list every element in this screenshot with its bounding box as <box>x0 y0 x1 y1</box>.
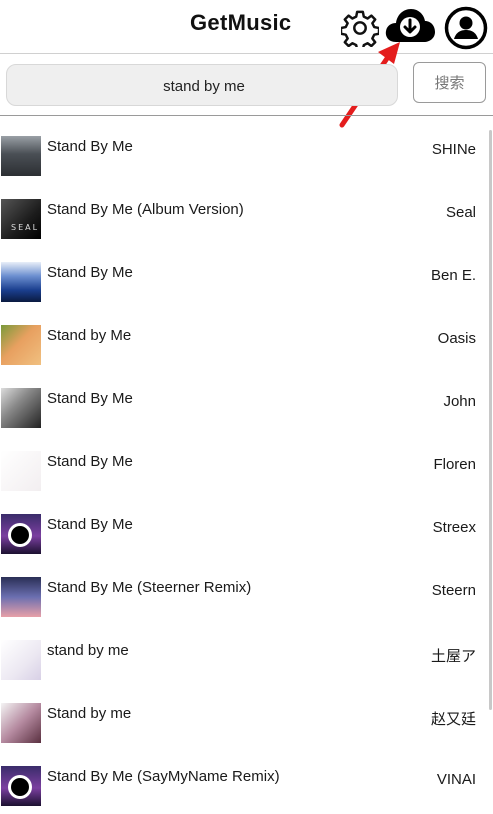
result-row[interactable]: Stand by Me Oasis <box>0 310 493 373</box>
search-field[interactable] <box>6 64 401 107</box>
divider <box>0 115 493 116</box>
result-row[interactable]: Stand by me 赵又廷 <box>0 688 493 751</box>
result-row[interactable]: Stand By Me (Steerner Remix) Steern <box>0 562 493 625</box>
song-title: Stand by me <box>47 705 132 722</box>
album-thumbnail <box>1 766 41 806</box>
app-header: GetMusic <box>0 0 493 54</box>
song-title: Stand By Me <box>47 390 133 407</box>
album-thumbnail: SEAL <box>1 199 41 239</box>
app-title: GetMusic <box>190 10 292 35</box>
album-thumbnail <box>1 577 41 617</box>
song-title: stand by me <box>47 642 129 659</box>
result-row[interactable]: SEAL Stand By Me (Album Version) Seal <box>0 184 493 247</box>
label-logo-icon <box>8 523 32 547</box>
result-row[interactable]: stand by me 土屋ア <box>0 625 493 688</box>
scrollbar[interactable] <box>489 130 492 710</box>
album-thumbnail <box>1 325 41 365</box>
song-title: Stand By Me <box>47 453 133 470</box>
album-thumbnail <box>1 388 41 428</box>
song-title: Stand By Me <box>47 264 133 281</box>
artist-name: 赵又廷 <box>430 711 476 728</box>
song-title: Stand By Me (Album Version) <box>47 201 244 218</box>
artist-name: SHINe <box>431 141 476 158</box>
album-thumbnail <box>1 703 41 743</box>
artist-name: 土屋ア <box>430 648 476 665</box>
result-row[interactable]: Stand By Me (SayMyName Remix) VINAI <box>0 751 493 814</box>
label-logo-icon <box>8 775 32 799</box>
song-title: Stand By Me <box>47 516 133 533</box>
artist-name: Seal <box>445 204 476 221</box>
result-row[interactable]: Stand By Me Floren <box>0 436 493 499</box>
result-row[interactable]: Stand By Me John <box>0 373 493 436</box>
result-row[interactable]: Stand By Me SHINe <box>0 121 493 184</box>
artist-name: Oasis <box>437 330 476 347</box>
artist-name: Streex <box>432 519 476 536</box>
song-title: Stand By Me (SayMyName Remix) <box>47 768 280 785</box>
album-art-text: SEAL <box>11 223 40 232</box>
album-thumbnail <box>1 640 41 680</box>
artist-name: Ben E. <box>430 267 476 284</box>
artist-name: John <box>443 393 476 410</box>
user-account-icon[interactable] <box>444 6 488 50</box>
album-thumbnail <box>1 514 41 554</box>
song-title: Stand By Me <box>47 138 133 155</box>
song-title: Stand By Me (Steerner Remix) <box>47 579 252 596</box>
album-thumbnail <box>1 262 41 302</box>
artist-name: VINAI <box>436 771 476 788</box>
search-button[interactable]: 搜索 <box>413 62 486 103</box>
artist-name: Steern <box>431 582 476 599</box>
result-row[interactable]: Stand By Me Ben E. <box>0 247 493 310</box>
song-title: Stand by Me <box>47 327 132 344</box>
result-row[interactable]: Stand By Me Streex <box>0 499 493 562</box>
search-input[interactable] <box>7 65 401 107</box>
album-thumbnail <box>1 136 41 176</box>
artist-name: Floren <box>433 456 476 473</box>
album-thumbnail <box>1 451 41 491</box>
